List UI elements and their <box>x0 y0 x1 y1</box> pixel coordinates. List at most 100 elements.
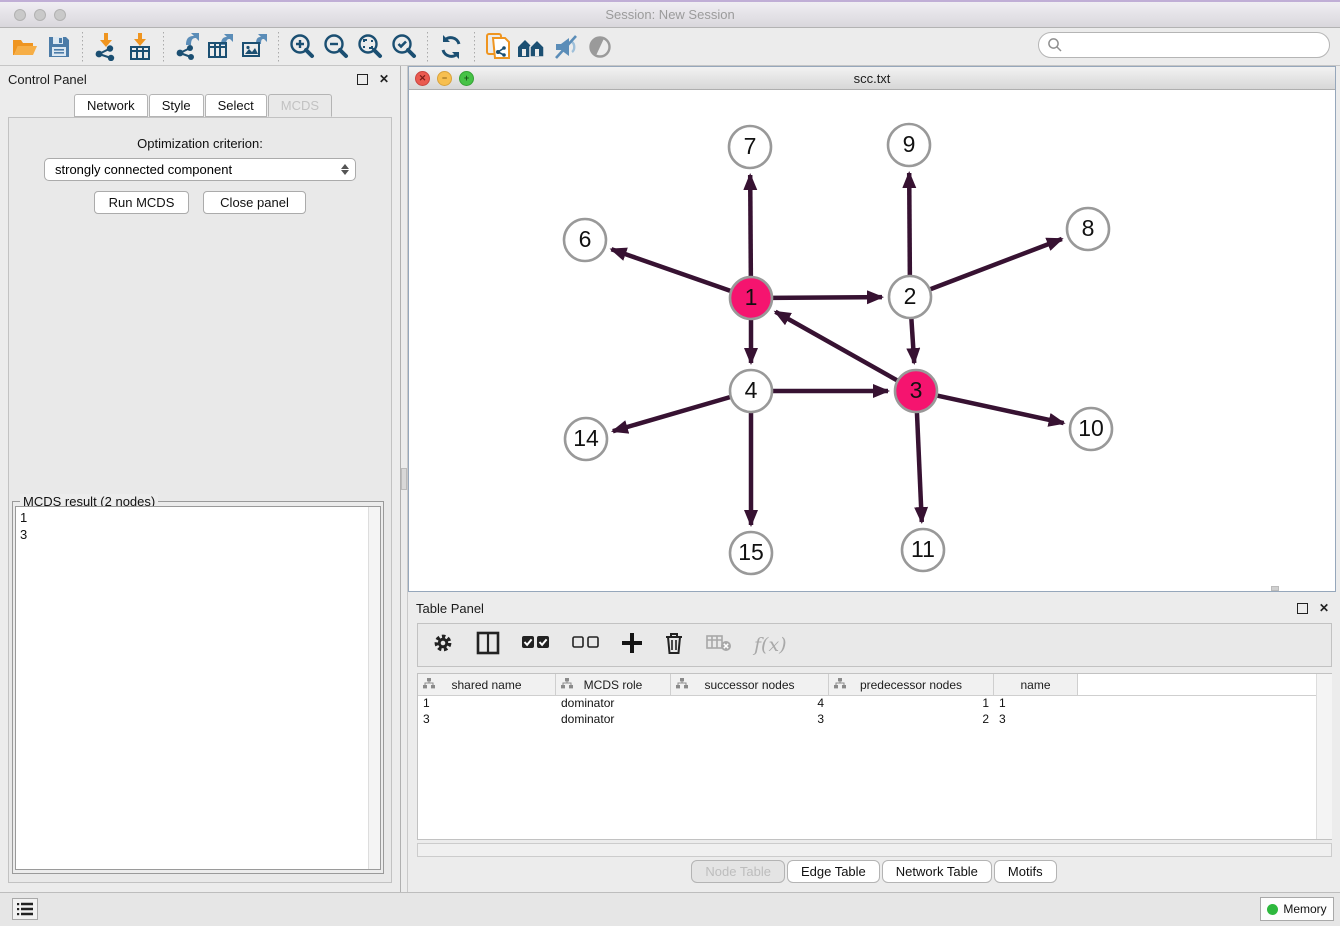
cell-MCDS-role[interactable]: dominator <box>556 696 671 712</box>
graph-node-11[interactable]: 11 <box>902 529 944 571</box>
graph-node-1[interactable]: 1 <box>730 277 772 319</box>
export-image-icon[interactable] <box>238 31 272 63</box>
optimization-criterion-select[interactable]: strongly connected component <box>44 158 356 181</box>
edge-1-6[interactable] <box>611 249 731 291</box>
edge-2-3[interactable] <box>911 318 914 363</box>
column-visibility-icon[interactable] <box>476 631 500 660</box>
add-column-icon[interactable] <box>622 633 642 658</box>
edge-3-10[interactable] <box>937 395 1064 423</box>
close-panel-icon[interactable]: ✕ <box>376 71 392 87</box>
hide-annotations-icon[interactable] <box>549 31 583 63</box>
float-table-panel-icon[interactable] <box>1294 600 1310 616</box>
column-header-shared-name[interactable]: shared name <box>418 674 556 695</box>
vertical-splitter-handle[interactable] <box>401 468 407 490</box>
function-builder-icon[interactable]: f(x) <box>754 634 787 656</box>
close-panel-button[interactable]: Close panel <box>203 191 306 214</box>
table-row[interactable]: 1dominator411 <box>418 696 1331 712</box>
import-network-icon[interactable] <box>89 31 123 63</box>
list-icon <box>17 902 33 916</box>
column-header-name[interactable]: name <box>994 674 1078 695</box>
float-panel-icon[interactable] <box>354 71 370 87</box>
cell-shared-name[interactable]: 3 <box>418 712 556 728</box>
cell-name[interactable]: 1 <box>994 696 1078 712</box>
graph-node-7[interactable]: 7 <box>729 126 771 168</box>
graph-node-2[interactable]: 2 <box>889 276 931 318</box>
column-header-successor-nodes[interactable]: successor nodes <box>671 674 829 695</box>
refresh-icon[interactable] <box>434 31 468 63</box>
network-maximize-icon[interactable]: + <box>459 71 474 86</box>
close-table-panel-icon[interactable]: ✕ <box>1316 600 1332 616</box>
zoom-selected-icon[interactable] <box>387 31 421 63</box>
graph-node-10[interactable]: 10 <box>1070 408 1112 450</box>
zoom-in-icon[interactable] <box>285 31 319 63</box>
edge-3-1[interactable] <box>775 312 897 381</box>
zoom-fit-icon[interactable] <box>353 31 387 63</box>
zoom-out-icon[interactable] <box>319 31 353 63</box>
cell-successor-nodes[interactable]: 4 <box>671 696 829 712</box>
network-close-icon[interactable]: ✕ <box>415 71 430 86</box>
column-header-MCDS-role[interactable]: MCDS role <box>556 674 671 695</box>
mcds-result-text[interactable]: 1 3 <box>15 506 381 870</box>
run-mcds-button[interactable]: Run MCDS <box>94 191 189 214</box>
task-history-button[interactable] <box>12 898 38 920</box>
column-header-predecessor-nodes[interactable]: predecessor nodes <box>829 674 994 695</box>
save-session-icon[interactable] <box>42 31 76 63</box>
tab-node-table[interactable]: Node Table <box>691 860 785 883</box>
graphics-details-icon[interactable] <box>583 31 617 63</box>
node-table[interactable]: shared nameMCDS rolesuccessor nodesprede… <box>417 673 1332 840</box>
import-table-icon[interactable] <box>123 31 157 63</box>
delete-column-icon[interactable] <box>664 632 684 659</box>
delete-table-icon[interactable] <box>706 634 732 657</box>
deselect-all-icon[interactable] <box>572 636 600 655</box>
cell-name[interactable]: 3 <box>994 712 1078 728</box>
first-neighbors-icon[interactable] <box>515 31 549 63</box>
window-close-icon[interactable] <box>14 9 26 21</box>
graph-node-3[interactable]: 3 <box>895 370 937 412</box>
export-network-icon[interactable] <box>170 31 204 63</box>
cell-MCDS-role[interactable]: dominator <box>556 712 671 728</box>
graph-node-14[interactable]: 14 <box>565 418 607 460</box>
tab-edge-table[interactable]: Edge Table <box>787 860 880 883</box>
table-vertical-scrollbar[interactable] <box>1316 674 1332 839</box>
memory-button[interactable]: Memory <box>1260 897 1334 921</box>
window-minimize-icon[interactable] <box>34 9 46 21</box>
tab-network-table[interactable]: Network Table <box>882 860 992 883</box>
network-graph-canvas[interactable]: 7 9 6 8 1 2 4 3 14 10 15 11 <box>409 89 1335 591</box>
table-horizontal-scrollbar[interactable] <box>417 843 1332 857</box>
open-session-icon[interactable] <box>8 31 42 63</box>
tab-motifs[interactable]: Motifs <box>994 860 1057 883</box>
tab-style[interactable]: Style <box>149 94 204 117</box>
export-table-icon[interactable] <box>204 31 238 63</box>
edge-2-8[interactable] <box>930 239 1062 290</box>
edge-2-9[interactable] <box>909 173 910 276</box>
graph-node-15[interactable]: 15 <box>730 532 772 574</box>
edge-1-7[interactable] <box>750 175 751 277</box>
mcds-result-scrollbar[interactable] <box>368 507 380 869</box>
tab-mcds[interactable]: MCDS <box>268 94 332 117</box>
cell-shared-name[interactable]: 1 <box>418 696 556 712</box>
tab-select[interactable]: Select <box>205 94 267 117</box>
cell-predecessor-nodes[interactable]: 1 <box>829 696 994 712</box>
tab-network[interactable]: Network <box>74 94 148 117</box>
network-minimize-icon[interactable]: − <box>437 71 452 86</box>
table-row[interactable]: 3dominator323 <box>418 712 1331 728</box>
edge-4-14[interactable] <box>613 397 731 431</box>
svg-text:11: 11 <box>911 536 935 562</box>
window-zoom-icon[interactable] <box>54 9 66 21</box>
graph-node-9[interactable]: 9 <box>888 124 930 166</box>
search-input[interactable] <box>1068 37 1329 54</box>
column-settings-icon[interactable] <box>432 632 454 659</box>
cell-predecessor-nodes[interactable]: 2 <box>829 712 994 728</box>
edge-1-2[interactable] <box>772 297 882 298</box>
graph-node-6[interactable]: 6 <box>564 219 606 261</box>
search-field[interactable] <box>1038 32 1330 58</box>
edge-3-11[interactable] <box>917 412 922 522</box>
graph-node-4[interactable]: 4 <box>730 370 772 412</box>
graph-node-8[interactable]: 8 <box>1067 208 1109 250</box>
network-resize-grip[interactable] <box>1271 586 1279 591</box>
svg-text:3: 3 <box>910 377 923 403</box>
table-panel-title: Table Panel <box>416 601 484 616</box>
cell-successor-nodes[interactable]: 3 <box>671 712 829 728</box>
new-network-from-selection-icon[interactable] <box>481 31 515 63</box>
select-all-icon[interactable] <box>522 636 550 655</box>
